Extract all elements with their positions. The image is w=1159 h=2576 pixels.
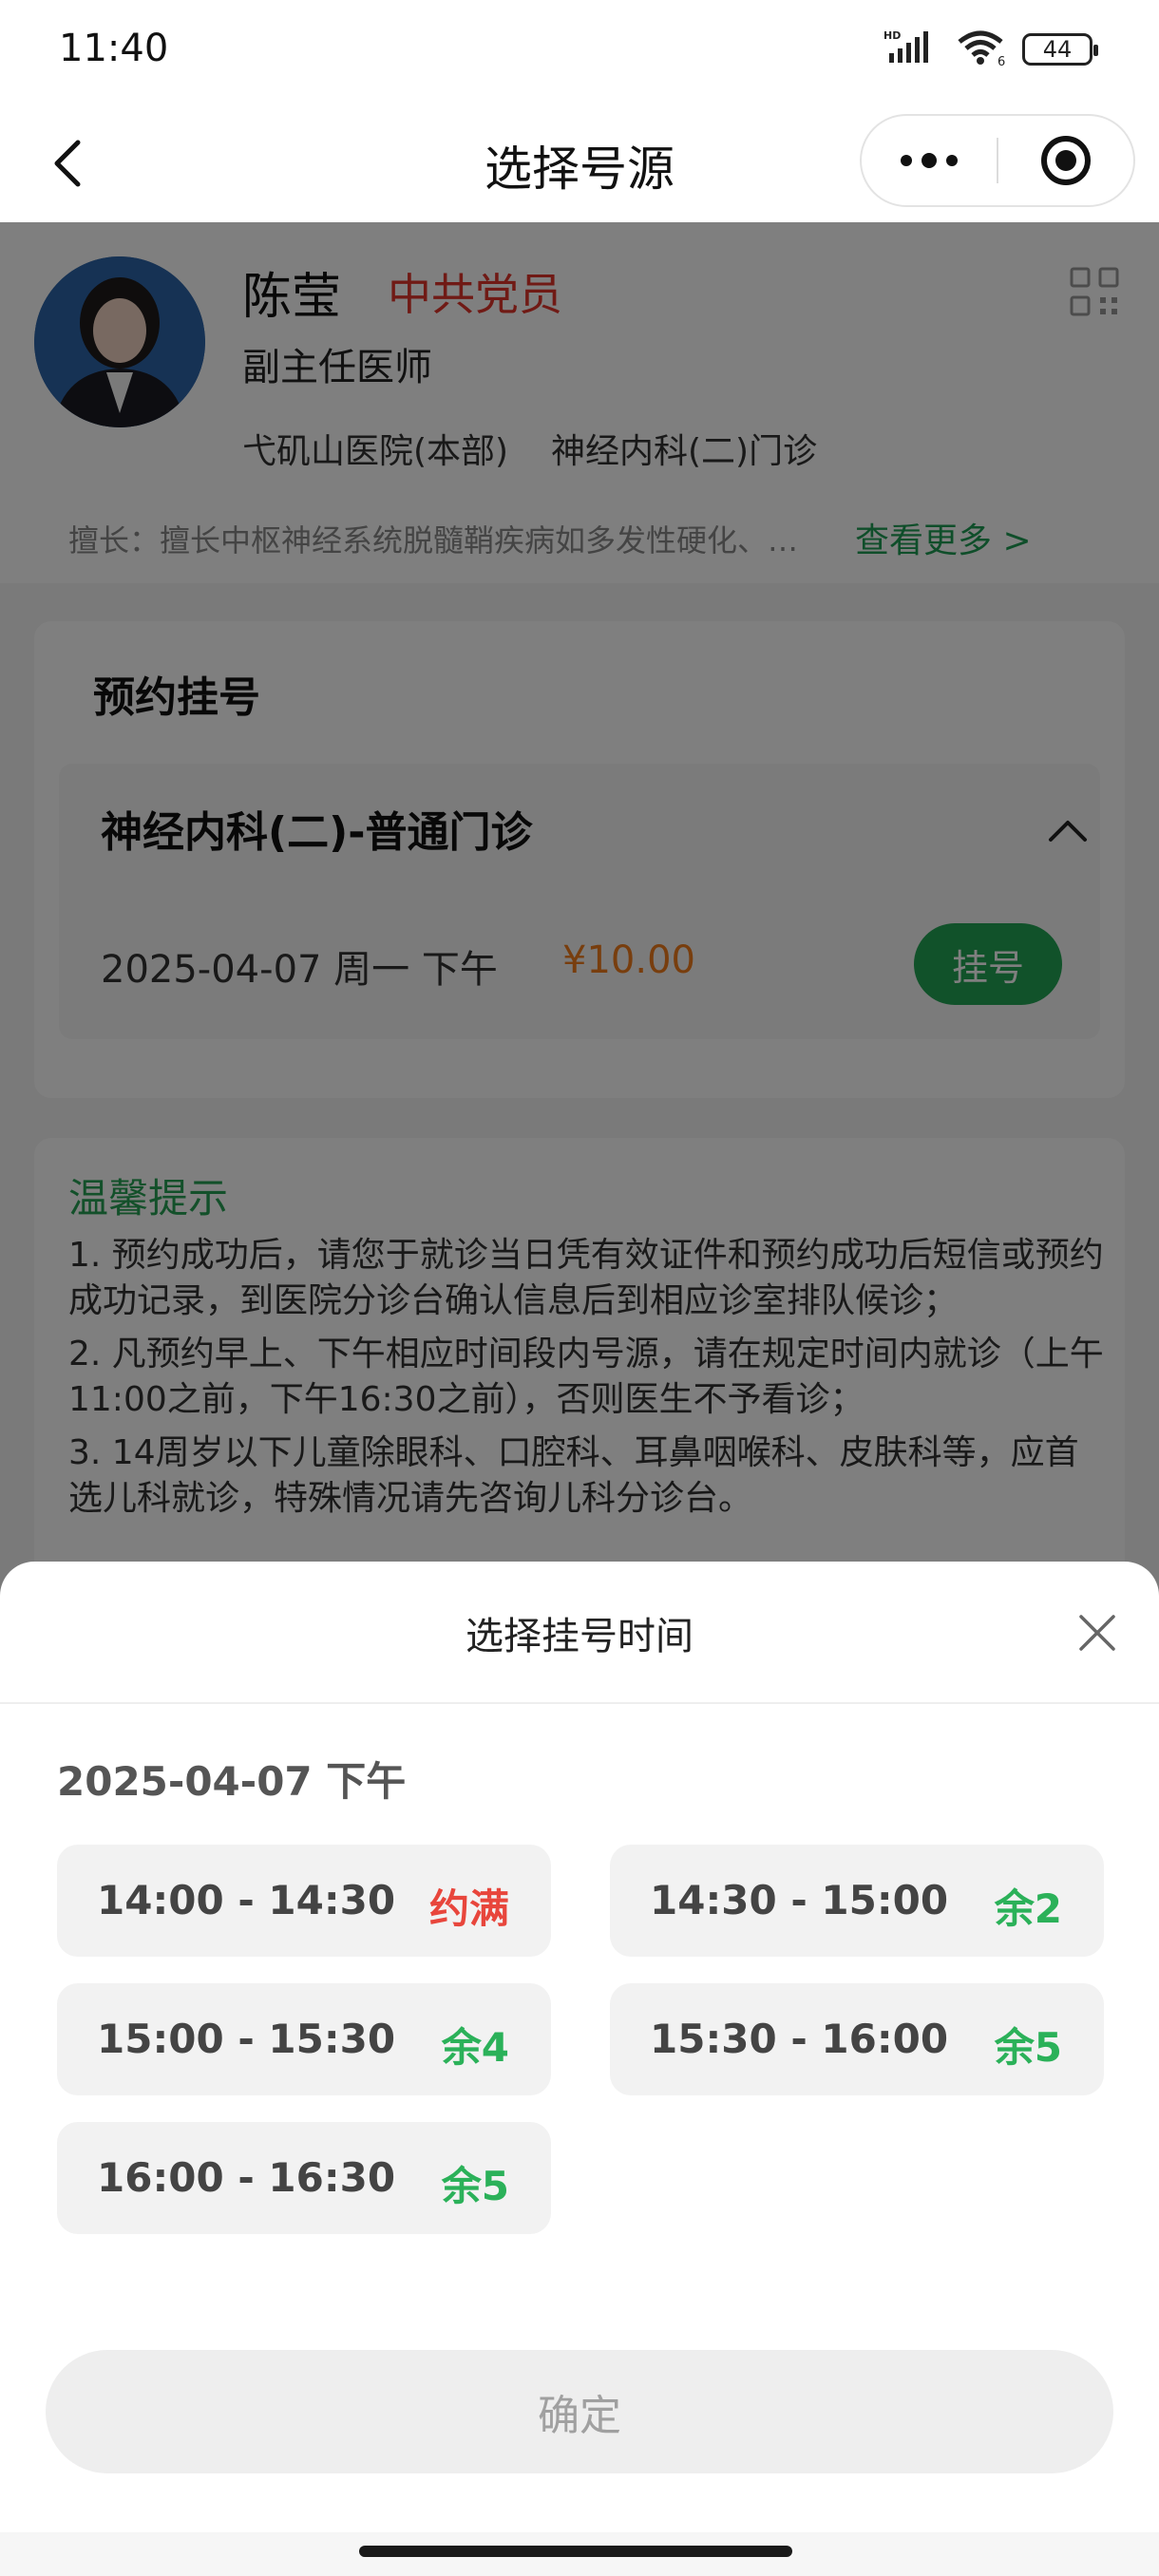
time-slot-button[interactable]: 15:00 - 15:30 余4	[57, 1983, 551, 2095]
status-bar: 11:40 HD 6 44	[0, 0, 1159, 104]
more-dots-icon	[901, 153, 958, 168]
slot-status: 余4	[441, 2024, 509, 2071]
nav-bar: 选择号源	[0, 104, 1159, 222]
slot-time: 15:30 - 16:00	[650, 2016, 949, 2062]
confirm-button[interactable]: 确定	[46, 2350, 1113, 2473]
slot-status: 余5	[441, 2163, 509, 2209]
mini-program-capsule	[860, 114, 1135, 207]
wifi-sub-label: 6	[998, 55, 1005, 66]
more-button[interactable]	[862, 116, 997, 205]
close-icon[interactable]	[1074, 1609, 1121, 1657]
close-mini-program-button[interactable]	[998, 116, 1133, 205]
sheet-header: 选择挂号时间	[0, 1562, 1159, 1704]
sheet-date: 2025-04-07 下午	[57, 1758, 407, 1805]
home-indicator[interactable]	[359, 2546, 792, 2557]
slot-status: 余2	[994, 1885, 1062, 1932]
hd-label: HD	[884, 29, 901, 42]
slot-time: 15:00 - 15:30	[97, 2016, 396, 2062]
slot-time: 14:30 - 15:00	[650, 1877, 949, 1923]
signal-icon: HD	[884, 28, 942, 70]
target-close-icon	[1040, 136, 1091, 185]
wifi-icon: 6	[956, 28, 1009, 70]
slot-status: 余5	[994, 2024, 1062, 2071]
time-slot-button[interactable]: 16:00 - 16:30 余5	[57, 2122, 551, 2234]
status-time: 11:40	[59, 27, 169, 70]
status-icons: HD 6 44	[884, 28, 1098, 70]
time-slot-button[interactable]: 14:30 - 15:00 余2	[610, 1845, 1104, 1957]
sheet-title: 选择挂号时间	[466, 1615, 694, 1658]
battery-indicator: 44	[1022, 33, 1098, 66]
time-slot-button[interactable]: 15:30 - 16:00 余5	[610, 1983, 1104, 2095]
time-picker-sheet: 选择挂号时间 2025-04-07 下午 14:00 - 14:30 约满 14…	[0, 1562, 1159, 2576]
home-bar-area	[0, 2532, 1159, 2576]
time-slot-button[interactable]: 14:00 - 14:30 约满	[57, 1845, 551, 1957]
slot-status: 约满	[428, 1885, 509, 1932]
slot-time: 16:00 - 16:30	[97, 2154, 396, 2201]
slot-time: 14:00 - 14:30	[97, 1877, 396, 1923]
